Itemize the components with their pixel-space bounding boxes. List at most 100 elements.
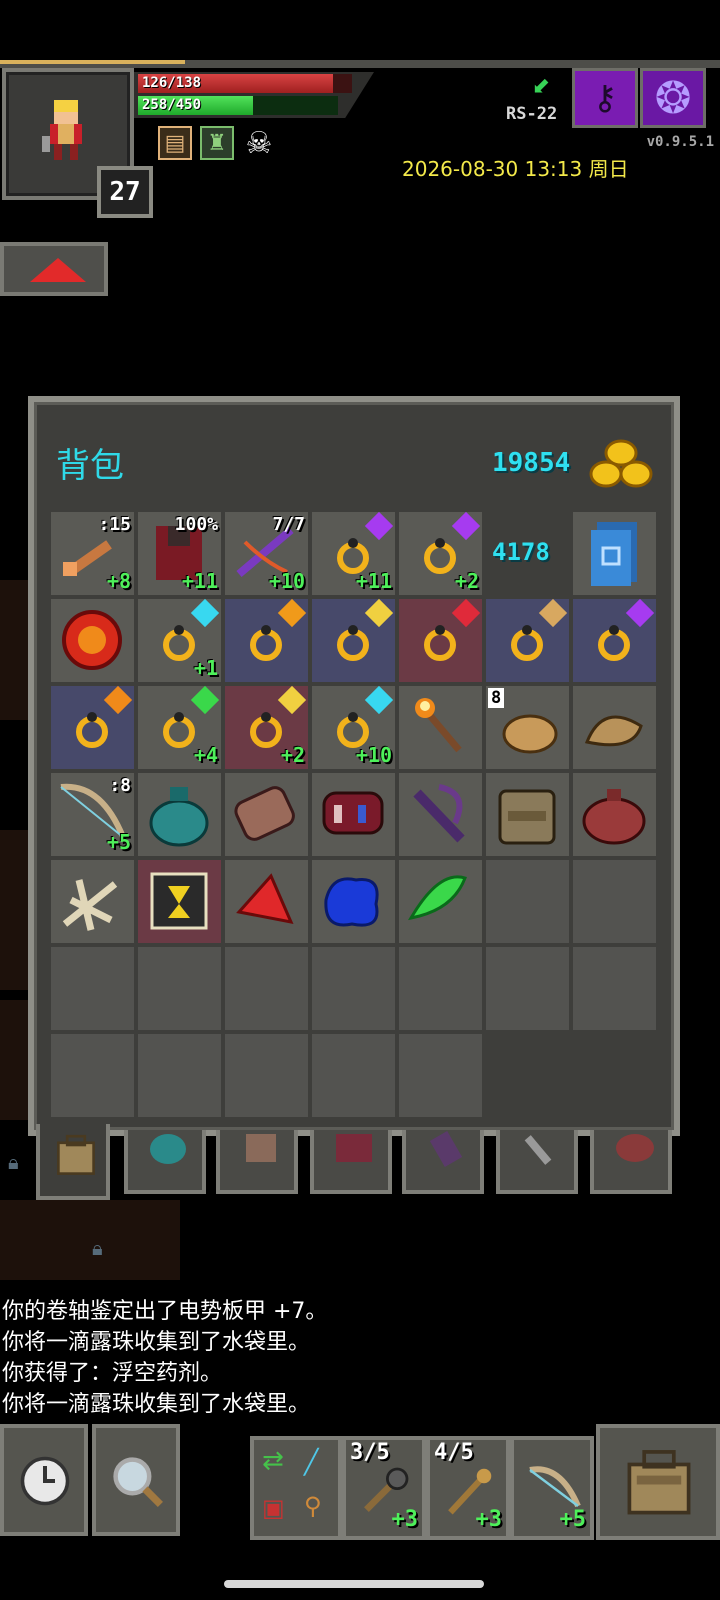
inventory-slot[interactable]: [399, 686, 482, 769]
item-upgrade-level: +5: [106, 830, 131, 854]
tab-weapons[interactable]: [496, 1130, 578, 1194]
backpack-icon: [57, 1134, 95, 1175]
home-indicator[interactable]: [224, 1580, 484, 1588]
gold-amount: 19854: [492, 448, 571, 478]
tab-scroll-holder[interactable]: [216, 1130, 298, 1194]
empty-slot[interactable]: [51, 947, 134, 1030]
item-charges: 100%: [174, 514, 218, 535]
bones-icon: [62, 879, 118, 931]
swap-icon[interactable]: ⇄: [262, 1446, 284, 1476]
scroll-buff-icon[interactable]: ▤: [158, 126, 192, 160]
item-upgrade-level: +11: [181, 569, 218, 593]
item-upgrade-level: +8: [106, 569, 131, 593]
inventory-slot[interactable]: [138, 773, 221, 856]
item-charges: :8: [109, 775, 131, 796]
inventory-slot[interactable]: [138, 860, 221, 943]
inventory-slot[interactable]: [312, 860, 395, 943]
inventory-slot[interactable]: [573, 512, 656, 595]
item-charges: 7/7: [272, 514, 305, 535]
log-line: 你将一滴露珠收集到了水袋里。: [2, 1392, 311, 1417]
journal-button[interactable]: ⚷: [572, 68, 638, 128]
quick-action-group[interactable]: ⇄ ╱ ▣ ⚲: [250, 1436, 342, 1540]
inventory-button[interactable]: [596, 1424, 720, 1540]
empty-slot[interactable]: [51, 1034, 134, 1117]
scroll-holder-icon: [234, 786, 295, 841]
inventory-slot[interactable]: [399, 773, 482, 856]
quickslot-level: +5: [559, 1507, 587, 1532]
tab-potion-bandolier[interactable]: [310, 1130, 392, 1194]
inventory-slot[interactable]: [51, 860, 134, 943]
staff-quick-icon[interactable]: ⚲: [304, 1492, 322, 1520]
search-button[interactable]: [92, 1424, 180, 1536]
inventory-slot[interactable]: 8: [486, 686, 569, 769]
inventory-slot[interactable]: [225, 860, 308, 943]
empty-slot[interactable]: [486, 860, 569, 943]
inventory-slot[interactable]: [312, 773, 395, 856]
quickslot-3[interactable]: +5: [510, 1436, 594, 1540]
inventory-slot[interactable]: [51, 599, 134, 682]
inventory-slot[interactable]: 100% +11: [138, 512, 221, 595]
empty-slot[interactable]: [138, 1034, 221, 1117]
clock-icon: [20, 1456, 70, 1506]
tab-wand-holster[interactable]: [402, 1130, 484, 1194]
key-icon: ⚷: [592, 78, 618, 118]
inventory-slot[interactable]: [399, 598, 482, 682]
empty-slot[interactable]: [399, 947, 482, 1030]
shield-bar: 258/450: [138, 96, 338, 115]
empty-slot[interactable]: [225, 947, 308, 1030]
inventory-slot[interactable]: +4: [138, 685, 221, 769]
green-leaves-icon: [408, 875, 467, 921]
inventory-slot[interactable]: 4178: [486, 512, 569, 595]
game-log: 你的卷轴鉴定出了电势板甲 +7。 你将一滴露珠收集到了水袋里。 你获得了：浮空药…: [2, 1296, 327, 1420]
empty-slot[interactable]: [138, 947, 221, 1030]
quickslot-level: +3: [391, 1507, 419, 1532]
quickslot-1[interactable]: 3/5 +3: [342, 1436, 426, 1540]
inventory-slot[interactable]: :8 +5: [51, 773, 134, 856]
seed-pouch-icon: [149, 787, 209, 847]
inventory-slot[interactable]: +2: [399, 511, 482, 595]
wand-holster-icon: [413, 784, 465, 843]
log-line: 你获得了：浮空药剂。: [2, 1361, 223, 1386]
inventory-slot[interactable]: [312, 598, 395, 682]
empty-slot[interactable]: [573, 860, 656, 943]
tab-seed-pouch[interactable]: [124, 1130, 206, 1194]
quickslot-charges: 3/5: [350, 1440, 390, 1465]
inventory-slot[interactable]: [225, 598, 308, 682]
gold-pile-icon[interactable]: [588, 436, 654, 494]
inventory-slot[interactable]: [399, 860, 482, 943]
wait-button[interactable]: [0, 1424, 88, 1536]
empty-slot[interactable]: [225, 1034, 308, 1117]
inventory-slot[interactable]: [573, 773, 656, 856]
inventory-slot[interactable]: :15 +8: [51, 512, 134, 595]
inventory-slot[interactable]: [486, 773, 569, 856]
inventory-slot[interactable]: [573, 598, 656, 682]
tab-red-bag[interactable]: [590, 1130, 672, 1194]
red-bag-icon: [582, 789, 646, 845]
inventory-slot[interactable]: +10: [312, 685, 395, 769]
empty-slot[interactable]: [399, 1034, 482, 1117]
inventory-slot[interactable]: [573, 686, 656, 769]
experience-bar: [0, 60, 720, 68]
inventory-slot[interactable]: 7/7 +10: [225, 512, 308, 595]
quickslot-2[interactable]: 4/5 +3: [426, 1436, 510, 1540]
armor-quick-icon[interactable]: ▣: [262, 1494, 285, 1522]
dungeon-wall: [0, 1000, 30, 1120]
scroll-holder-icon: [246, 1134, 276, 1162]
inventory-slot[interactable]: +2: [225, 685, 308, 769]
inventory-slot[interactable]: [225, 773, 308, 856]
collapse-button[interactable]: [0, 242, 108, 296]
tab-backpack[interactable]: [36, 1124, 110, 1200]
inventory-slot[interactable]: +1: [138, 598, 221, 682]
empty-slot[interactable]: [312, 947, 395, 1030]
inventory-slot[interactable]: [486, 598, 569, 682]
menu-button[interactable]: ❂: [640, 68, 706, 128]
empty-slot[interactable]: [486, 947, 569, 1030]
empty-slot[interactable]: [312, 1034, 395, 1117]
inventory-slot[interactable]: +11: [312, 511, 395, 595]
inventory-title: 背包: [56, 446, 124, 486]
plant-buff-icon[interactable]: ♜: [200, 126, 234, 160]
inventory-slot[interactable]: [51, 685, 134, 769]
empty-slot[interactable]: [573, 947, 656, 1030]
wand-quick-icon[interactable]: ╱: [304, 1448, 318, 1476]
skull-buff-icon[interactable]: ☠: [242, 126, 276, 161]
